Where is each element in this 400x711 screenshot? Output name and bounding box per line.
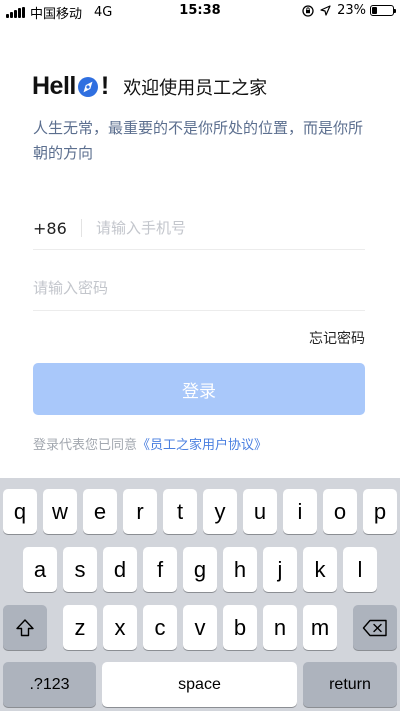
return-key[interactable]: return (303, 662, 397, 707)
key-x[interactable]: x (103, 605, 137, 650)
shift-key[interactable] (3, 605, 47, 650)
user-agreement-link[interactable]: 《员工之家用户协议》 (137, 438, 267, 453)
agreement-prefix: 登录代表您已同意 (33, 438, 138, 453)
delete-key[interactable] (353, 605, 397, 650)
divider (81, 219, 82, 237)
key-n[interactable]: n (263, 605, 297, 650)
shift-icon (16, 618, 34, 636)
key-d[interactable]: d (103, 547, 137, 592)
status-bar: 中国移动 4G 15:38 23% (0, 0, 400, 22)
orientation-lock-icon (302, 4, 314, 17)
country-code-selector[interactable]: +86 (33, 219, 81, 238)
key-s[interactable]: s (63, 547, 97, 592)
key-g[interactable]: g (183, 547, 217, 592)
phone-row: +86 (33, 207, 365, 250)
keyboard: q w e r t y u i o p a s d f g h j k l z … (0, 478, 400, 711)
key-j[interactable]: j (263, 547, 297, 592)
space-key[interactable]: space (102, 662, 297, 707)
key-k[interactable]: k (303, 547, 337, 592)
key-h[interactable]: h (223, 547, 257, 592)
key-m[interactable]: m (303, 605, 337, 650)
key-q[interactable]: q (3, 489, 37, 534)
hello-exclamation: ! (100, 72, 110, 100)
battery-icon (370, 5, 396, 16)
welcome-title: 欢迎使用员工之家 (123, 77, 268, 99)
key-b[interactable]: b (223, 605, 257, 650)
battery-percent: 23% (337, 3, 366, 18)
key-l[interactable]: l (343, 547, 377, 592)
hello-heading: Hell ! 欢迎使用员工之家 (32, 72, 267, 101)
password-row (33, 266, 365, 311)
agreement-text: 登录代表您已同意《员工之家用户协议》 (33, 434, 267, 453)
key-u[interactable]: u (243, 489, 277, 534)
key-c[interactable]: c (143, 605, 177, 650)
delete-icon (362, 619, 387, 636)
forgot-password-link[interactable]: 忘记密码 (309, 328, 365, 348)
login-button[interactable]: 登录 (33, 363, 365, 415)
phone-input[interactable] (96, 219, 365, 237)
key-o[interactable]: o (323, 489, 357, 534)
key-y[interactable]: y (203, 489, 237, 534)
key-t[interactable]: t (163, 489, 197, 534)
compass-logo-icon (77, 76, 98, 97)
hello-text: Hell (32, 72, 76, 100)
numbers-key[interactable]: .?123 (3, 662, 96, 707)
location-icon (320, 5, 331, 16)
key-a[interactable]: a (23, 547, 57, 592)
key-p[interactable]: p (363, 489, 397, 534)
key-w[interactable]: w (43, 489, 77, 534)
key-e[interactable]: e (83, 489, 117, 534)
key-i[interactable]: i (283, 489, 317, 534)
password-input[interactable] (33, 279, 365, 297)
key-r[interactable]: r (123, 489, 157, 534)
key-z[interactable]: z (63, 605, 97, 650)
slogan-subtitle: 人生无常，最重要的不是你所处的位置，而是你所朝的方向 (33, 119, 364, 162)
key-v[interactable]: v (183, 605, 217, 650)
key-f[interactable]: f (143, 547, 177, 592)
